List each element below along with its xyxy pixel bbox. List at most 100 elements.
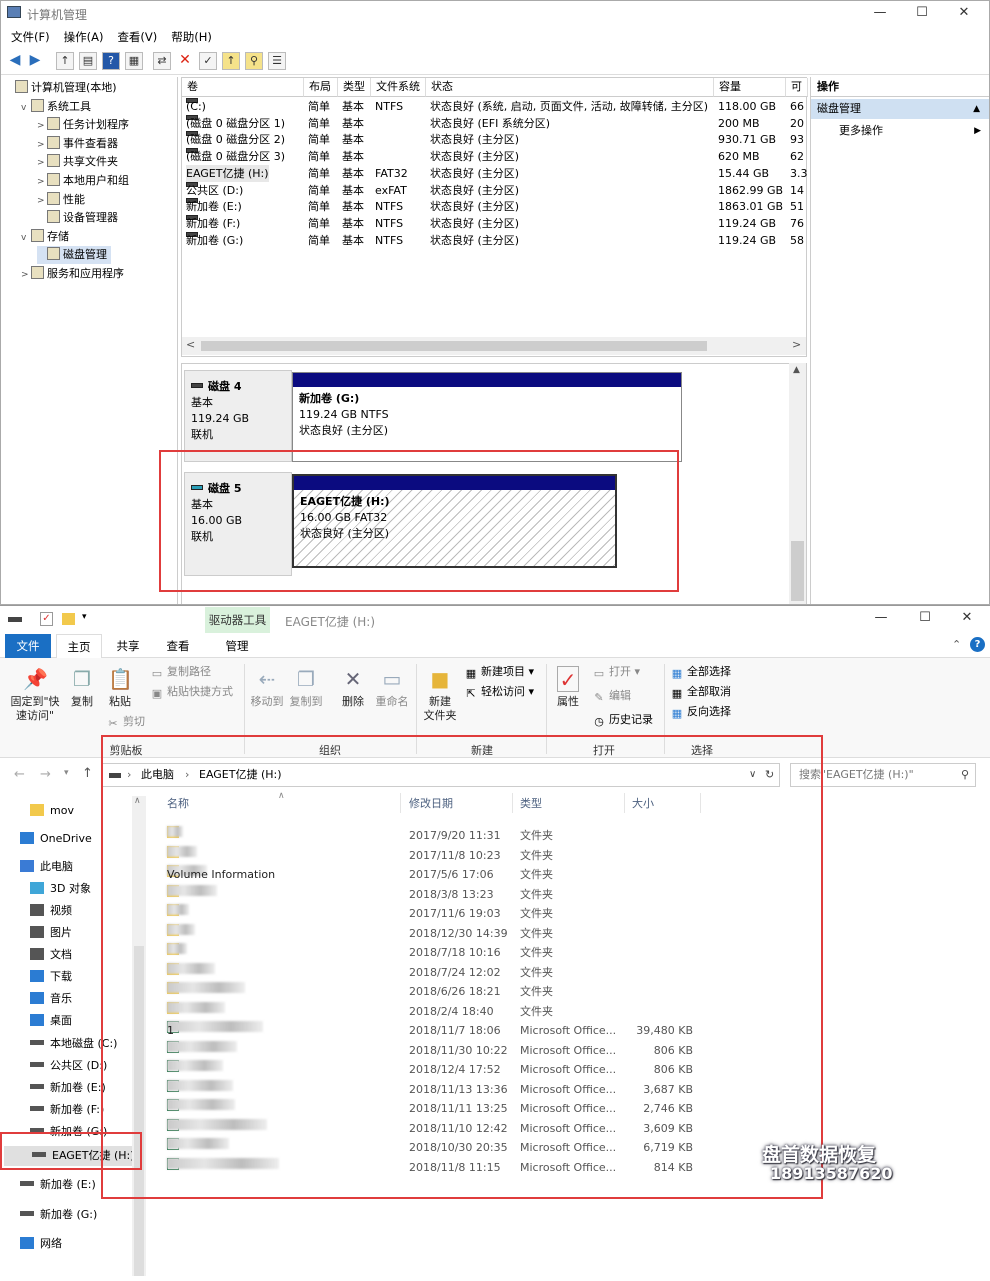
expand-icon[interactable]: > bbox=[37, 136, 47, 154]
expand-icon[interactable]: > bbox=[37, 117, 47, 135]
copy-to-button[interactable]: ❐ 复制到 bbox=[288, 666, 324, 709]
paste-shortcut-button[interactable]: ▣ 粘贴快捷方式 bbox=[150, 682, 233, 702]
tree-item[interactable]: 设备管理器 bbox=[37, 209, 118, 227]
delete-icon[interactable]: ✕ bbox=[176, 52, 194, 70]
nav-item[interactable]: OneDrive bbox=[20, 829, 92, 849]
nav-item[interactable]: 公共区 (D:) bbox=[30, 1056, 107, 1076]
nav-item[interactable]: 图片 bbox=[30, 923, 72, 943]
tree-item[interactable]: > 事件查看器 bbox=[37, 135, 118, 153]
nav-item[interactable]: 此电脑 bbox=[20, 857, 73, 877]
tree-item[interactable]: > 服务和应用程序 bbox=[21, 265, 124, 283]
pin-quick-access-button[interactable]: 📌 固定到"快 速访问" bbox=[6, 666, 64, 723]
paste-button[interactable]: 📋 粘贴 bbox=[104, 666, 136, 709]
tab-view[interactable]: 查看 bbox=[156, 634, 200, 658]
show-hide-tree-icon[interactable]: ▤ bbox=[79, 52, 97, 70]
maximize-button[interactable]: ☐ bbox=[902, 606, 948, 630]
volume-row[interactable]: 新加卷 (F:) 简单 基本 NTFS 状态良好 (主分区) 119.24 GB 76 bbox=[182, 214, 808, 232]
select-none-button[interactable]: ▦ 全部取消 bbox=[670, 682, 731, 702]
properties-icon[interactable]: ▦ bbox=[125, 52, 143, 70]
expand-icon[interactable]: > bbox=[37, 192, 47, 210]
tree-item[interactable]: 磁盘管理 bbox=[37, 246, 111, 265]
easy-access-button[interactable]: ⇱ 轻松访问 ▾ bbox=[464, 682, 534, 702]
invert-selection-button[interactable]: ▦ 反向选择 bbox=[670, 702, 731, 722]
nav-item[interactable]: 新加卷 (E:) bbox=[30, 1078, 106, 1098]
column-type[interactable]: 类型 bbox=[338, 78, 371, 97]
delete-button[interactable]: ✕ 删除 bbox=[336, 666, 370, 709]
nav-item[interactable]: 3D 对象 bbox=[30, 879, 91, 899]
expand-icon[interactable]: v bbox=[21, 99, 31, 117]
tree-item[interactable]: v 系统工具 bbox=[21, 98, 91, 116]
history-button[interactable]: ◷ 历史记录 bbox=[592, 710, 653, 730]
nav-item[interactable]: 视频 bbox=[30, 901, 72, 921]
properties-icon[interactable]: ✓ bbox=[40, 612, 53, 626]
expand-icon[interactable]: > bbox=[37, 154, 47, 172]
rename-button[interactable]: ▭ 重命名 bbox=[374, 666, 410, 709]
menu-file[interactable]: 文件(F) bbox=[11, 29, 50, 45]
scroll-up-icon[interactable]: ▲ bbox=[793, 365, 800, 375]
copy-path-button[interactable]: ▭ 复制路径 bbox=[150, 662, 211, 682]
menu-view[interactable]: 查看(V) bbox=[117, 29, 157, 45]
volume-row[interactable]: EAGET亿捷 (H:) 简单 基本 FAT32 状态良好 (主分区) 15.44 GB 3… bbox=[182, 164, 808, 182]
volume-row[interactable]: 新加卷 (E:) 简单 基本 NTFS 状态良好 (主分区) 1863.01 GB 51 bbox=[182, 198, 808, 215]
disk-4-label[interactable]: 磁盘 4 基本 119.24 GB 联机 bbox=[184, 370, 292, 462]
scroll-right-icon[interactable]: > bbox=[792, 338, 801, 351]
expand-icon[interactable]: v bbox=[21, 229, 31, 247]
vertical-scroll-thumb[interactable] bbox=[791, 541, 804, 601]
properties-button[interactable]: ✓ 属性 bbox=[552, 666, 584, 709]
volume-row[interactable]: 新加卷 (G:) 简单 基本 NTFS 状态良好 (主分区) 119.24 GB 58 bbox=[182, 231, 808, 249]
forward-icon[interactable]: ▶ bbox=[26, 52, 44, 70]
tab-home[interactable]: 主页 bbox=[56, 634, 102, 658]
tree-item[interactable]: > 任务计划程序 bbox=[37, 116, 129, 134]
cut-button[interactable]: ✂ 剪切 bbox=[106, 712, 145, 732]
column-status[interactable]: 状态 bbox=[426, 78, 714, 97]
new-item-button[interactable]: ▦ 新建项目 ▾ bbox=[464, 662, 534, 682]
new-folder-icon[interactable] bbox=[62, 613, 75, 625]
copy-button[interactable]: ❐ 复制 bbox=[66, 666, 98, 709]
column-free[interactable]: 可 bbox=[786, 78, 808, 97]
horizontal-scroll-thumb[interactable] bbox=[201, 341, 707, 351]
search-icon[interactable]: ⚲ bbox=[245, 52, 263, 70]
collapse-ribbon-icon[interactable]: ⌃ bbox=[952, 638, 961, 651]
up-icon[interactable]: ↑ bbox=[82, 766, 93, 781]
help-icon[interactable]: ? bbox=[970, 637, 985, 652]
tab-share[interactable]: 共享 bbox=[108, 634, 148, 658]
close-button[interactable]: ✕ bbox=[944, 606, 990, 630]
nav-item[interactable]: 桌面 bbox=[30, 1011, 72, 1031]
tree-item[interactable]: 计算机管理(本地) bbox=[5, 79, 117, 97]
action-disk-management[interactable]: 磁盘管理 ▲ bbox=[811, 99, 989, 119]
menu-help[interactable]: 帮助(H) bbox=[171, 29, 212, 45]
check-icon[interactable]: ✓ bbox=[199, 52, 217, 70]
tree-item[interactable]: > 性能 bbox=[37, 191, 85, 209]
back-icon[interactable]: ← bbox=[14, 767, 25, 782]
minimize-button[interactable]: — bbox=[857, 1, 903, 25]
column-filesystem[interactable]: 文件系统 bbox=[371, 78, 426, 97]
tree-item[interactable]: v 存储 bbox=[21, 228, 69, 246]
nav-item[interactable]: mov bbox=[30, 801, 74, 821]
nav-item[interactable]: 新加卷 (E:) bbox=[20, 1175, 96, 1195]
volume-row[interactable]: 公共区 (D:) 简单 基本 exFAT 状态良好 (主分区) 1862.99 GB 14 bbox=[182, 181, 808, 199]
recent-dropdown-icon[interactable]: ▾ bbox=[64, 768, 69, 778]
new-folder-button[interactable]: ■ 新建 文件夹 bbox=[420, 666, 460, 723]
action-more[interactable]: 更多操作 ▶ bbox=[839, 123, 989, 139]
menu-action[interactable]: 操作(A) bbox=[64, 29, 104, 45]
expand-icon[interactable]: > bbox=[21, 266, 31, 284]
help-icon[interactable]: ? bbox=[102, 52, 120, 70]
nav-item[interactable]: 文档 bbox=[30, 945, 72, 965]
open-button[interactable]: ▭ 打开 ▾ bbox=[592, 662, 640, 682]
import-icon[interactable]: ↑ bbox=[222, 52, 240, 70]
tree-item[interactable]: > 共享文件夹 bbox=[37, 153, 118, 171]
column-volume[interactable]: 卷 bbox=[182, 78, 304, 97]
column-layout[interactable]: 布局 bbox=[304, 78, 338, 97]
move-to-button[interactable]: ⇠ 移动到 bbox=[250, 666, 284, 709]
volume-row[interactable]: (磁盘 0 磁盘分区 1) 简单 基本 状态良好 (EFI 系统分区) 200 MB 20 bbox=[182, 114, 808, 132]
select-all-button[interactable]: ▦ 全部选择 bbox=[670, 662, 731, 682]
connect-icon[interactable]: ⇄ bbox=[153, 52, 171, 70]
expand-icon[interactable]: > bbox=[37, 173, 47, 191]
scroll-left-icon[interactable]: < bbox=[186, 338, 195, 351]
up-folder-icon[interactable]: ↑ bbox=[56, 52, 74, 70]
nav-item[interactable]: 网络 bbox=[20, 1234, 62, 1254]
partition-g[interactable]: 新加卷 (G:) 119.24 GB NTFS 状态良好 (主分区) bbox=[292, 372, 682, 462]
column-capacity[interactable]: 容量 bbox=[714, 78, 786, 97]
close-button[interactable]: ✕ bbox=[941, 1, 987, 25]
edit-button[interactable]: ✎ 编辑 bbox=[592, 686, 631, 706]
